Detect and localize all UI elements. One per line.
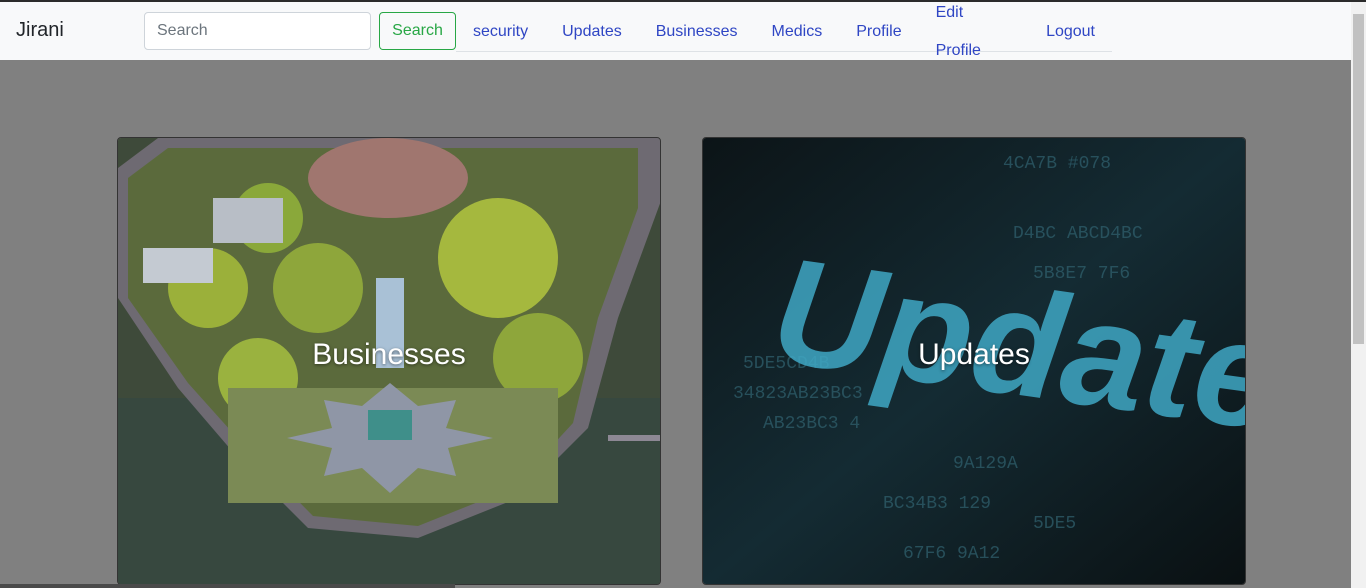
svg-text:BC34B3 129: BC34B3 129: [883, 494, 991, 514]
horizontal-scrollbar-thumb[interactable]: [0, 584, 455, 588]
brand-logo[interactable]: Jirani: [16, 19, 64, 42]
navbar: Jirani Search security Updates Businesse…: [0, 2, 1351, 60]
vertical-scrollbar-thumb[interactable]: [1353, 14, 1364, 344]
svg-text:9A129A: 9A129A: [953, 454, 1018, 474]
search-button[interactable]: Search: [379, 12, 456, 50]
nav-link-profile[interactable]: Profile: [839, 13, 918, 51]
search-input[interactable]: [144, 12, 371, 50]
svg-text:AB23BC3 4: AB23BC3 4: [763, 414, 860, 434]
nav-link-logout[interactable]: Logout: [1029, 13, 1112, 51]
nav-link-edit-profile[interactable]: Edit Profile: [919, 0, 1029, 70]
card-title-updates: Updates: [918, 338, 1030, 371]
nav-link-updates[interactable]: Updates: [545, 13, 639, 51]
svg-text:4CA7B #078: 4CA7B #078: [1003, 154, 1111, 174]
svg-text:5DE5: 5DE5: [1033, 514, 1076, 534]
nav-link-security[interactable]: security: [456, 13, 545, 51]
updates-card[interactable]: 4CA7B #078 D4BC ABCD4BC 5B8E7 7F6 5DE5CD…: [702, 137, 1246, 585]
svg-text:D4BC ABCD4BC: D4BC ABCD4BC: [1013, 224, 1143, 244]
card-title-businesses: Businesses: [312, 338, 466, 371]
nav-links: security Updates Businesses Medics Profi…: [456, 4, 1112, 59]
businesses-card[interactable]: Businesses: [117, 137, 661, 585]
nav-link-businesses[interactable]: Businesses: [639, 13, 755, 51]
nav-link-medics[interactable]: Medics: [755, 13, 840, 51]
svg-text:67F6 9A12: 67F6 9A12: [903, 544, 1000, 564]
